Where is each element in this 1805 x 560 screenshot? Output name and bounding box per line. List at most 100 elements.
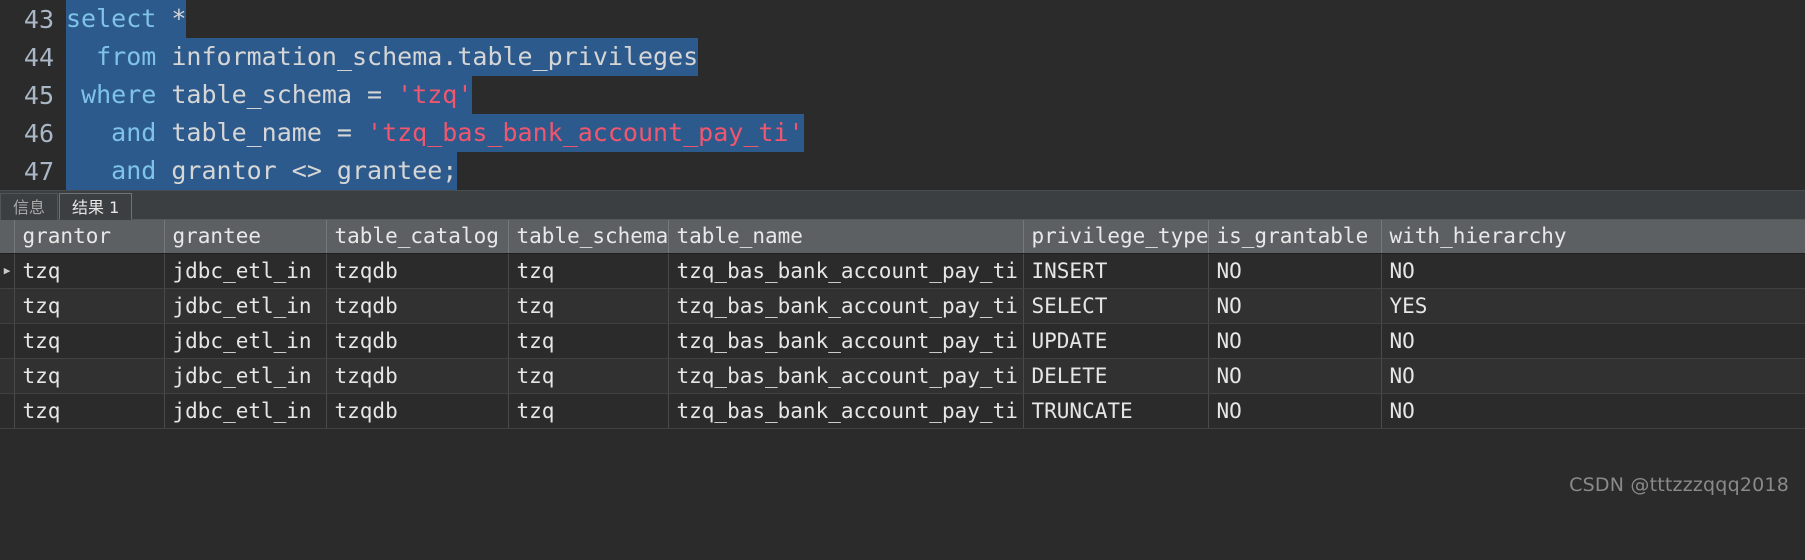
code-token-kw: and — [111, 118, 157, 147]
table-cell[interactable]: jdbc_etl_in — [164, 393, 327, 429]
code-line[interactable]: 47 and grantor <> grantee; — [0, 152, 1805, 190]
code-line[interactable]: 45 where table_schema = 'tzq' — [0, 76, 1805, 114]
table-cell[interactable]: tzq — [14, 393, 165, 429]
table-cell[interactable]: NO — [1208, 393, 1382, 429]
table-cell[interactable]: NO — [1381, 323, 1805, 359]
footer-area: CSDN @tttzzzqqq2018 — [0, 452, 1805, 530]
result-grid-container[interactable]: grantor grantee table_catalog table_schema t… — [0, 220, 1805, 452]
table-cell[interactable]: jdbc_etl_in — [164, 358, 327, 394]
table-cell[interactable]: tzq — [508, 288, 669, 324]
table-cell[interactable]: tzq — [14, 253, 165, 289]
code-token-pun — [66, 118, 111, 147]
row-marker-cell[interactable] — [0, 358, 15, 394]
table-cell[interactable]: jdbc_etl_in — [164, 288, 327, 324]
header-row: grantor grantee table_catalog table_schema t… — [0, 220, 1805, 254]
code-token-kw: and — [111, 156, 157, 185]
table-cell[interactable]: tzqdb — [326, 288, 509, 324]
csdn-watermark: CSDN @tttzzzqqq2018 — [1569, 474, 1789, 496]
code-token-pun — [66, 42, 96, 71]
code-token-str: 'tzq_bas_bank_account_pay_ti' — [367, 118, 804, 147]
tab-info[interactable]: 信息 — [0, 193, 59, 220]
table-cell[interactable]: tzq — [14, 323, 165, 359]
table-row[interactable]: tzq jdbc_etl_in tzqdb tzq tzq_bas_bank_accou… — [0, 288, 1805, 324]
table-cell[interactable]: tzq_bas_bank_account_pay_ti — [668, 358, 1024, 394]
column-header[interactable]: table_schema — [508, 220, 669, 254]
code-text[interactable]: select * — [66, 0, 187, 38]
code-token-pun: table_name = — [156, 118, 368, 147]
row-marker-cell[interactable] — [0, 323, 15, 359]
table-cell[interactable]: NO — [1208, 253, 1382, 289]
row-marker-cell[interactable] — [0, 288, 15, 324]
current-row-arrow-icon — [0, 394, 13, 428]
table-cell[interactable]: tzq — [508, 393, 669, 429]
sql-editor[interactable]: 43 select * 44 from information_schema.tab… — [0, 0, 1805, 190]
table-cell[interactable]: jdbc_etl_in — [164, 253, 327, 289]
row-marker-cell[interactable] — [0, 393, 15, 429]
code-line[interactable]: 46 and table_name = 'tzq_bas_bank_accoun… — [0, 114, 1805, 152]
column-header[interactable]: privilege_type — [1023, 220, 1209, 254]
table-cell[interactable]: DELETE — [1023, 358, 1209, 394]
table-cell[interactable]: NO — [1381, 253, 1805, 289]
current-row-arrow-icon: ▶ — [3, 264, 11, 277]
code-token-kw: where — [81, 80, 157, 109]
table-cell[interactable]: NO — [1208, 323, 1382, 359]
table-cell[interactable]: tzq_bas_bank_account_pay_ti — [668, 288, 1024, 324]
table-cell[interactable]: NO — [1208, 288, 1382, 324]
result-grid: grantor grantee table_catalog table_schema t… — [0, 220, 1805, 429]
code-token-pun — [156, 4, 171, 33]
row-marker-cell[interactable]: ▶ — [0, 253, 15, 289]
column-header[interactable]: is_grantable — [1208, 220, 1382, 254]
table-cell[interactable]: tzq — [508, 323, 669, 359]
code-token-pun — [66, 156, 111, 185]
table-cell[interactable]: tzq — [14, 288, 165, 324]
code-line[interactable]: 43 select * — [0, 0, 1805, 38]
line-number: 46 — [0, 118, 66, 148]
current-row-arrow-icon — [0, 289, 13, 323]
code-text[interactable]: and table_name = 'tzq_bas_bank_account_p… — [66, 114, 804, 152]
table-cell[interactable]: tzq — [508, 253, 669, 289]
code-token-pun: table_schema = — [156, 80, 398, 109]
table-cell[interactable]: NO — [1208, 358, 1382, 394]
table-cell[interactable]: tzq — [14, 358, 165, 394]
code-text[interactable]: where table_schema = 'tzq' — [66, 76, 473, 114]
table-cell[interactable]: tzq — [508, 358, 669, 394]
table-cell[interactable]: tzq_bas_bank_account_pay_ti — [668, 323, 1024, 359]
table-cell[interactable]: SELECT — [1023, 288, 1209, 324]
code-token-kw: select — [66, 4, 157, 33]
column-header[interactable]: grantor — [14, 220, 165, 254]
table-cell[interactable]: tzqdb — [326, 323, 509, 359]
column-header[interactable]: with_hierarchy — [1381, 220, 1805, 254]
table-cell[interactable]: INSERT — [1023, 253, 1209, 289]
column-header[interactable]: grantee — [164, 220, 327, 254]
table-row[interactable]: tzq jdbc_etl_in tzqdb tzq tzq_bas_bank_accou… — [0, 393, 1805, 429]
results-tabbar: 信息 结果 1 — [0, 190, 1805, 220]
column-header[interactable]: table_catalog — [326, 220, 509, 254]
current-row-arrow-icon — [0, 324, 13, 358]
table-cell[interactable]: NO — [1381, 393, 1805, 429]
table-cell[interactable]: jdbc_etl_in — [164, 323, 327, 359]
table-row[interactable]: ▶ tzq jdbc_etl_in tzqdb tzq tzq_bas_bank_acco… — [0, 253, 1805, 289]
code-token-str: 'tzq' — [397, 80, 473, 109]
tab-result[interactable]: 结果 1 — [59, 193, 133, 220]
table-cell[interactable]: TRUNCATE — [1023, 393, 1209, 429]
code-text[interactable]: and grantor <> grantee; — [66, 152, 458, 190]
result-grid-body: ▶ tzq jdbc_etl_in tzqdb tzq tzq_bas_bank_acco… — [0, 253, 1805, 429]
table-cell[interactable]: tzqdb — [326, 358, 509, 394]
table-cell[interactable]: YES — [1381, 288, 1805, 324]
line-number: 47 — [0, 156, 66, 186]
code-token-pun: grantor <> grantee; — [156, 156, 458, 185]
table-row[interactable]: tzq jdbc_etl_in tzqdb tzq tzq_bas_bank_accou… — [0, 323, 1805, 359]
code-token-pun — [66, 80, 81, 109]
table-cell[interactable]: tzqdb — [326, 393, 509, 429]
table-cell[interactable]: tzq_bas_bank_account_pay_ti — [668, 393, 1024, 429]
line-number: 43 — [0, 4, 66, 34]
table-cell[interactable]: tzq_bas_bank_account_pay_ti — [668, 253, 1024, 289]
code-line[interactable]: 44 from information_schema.table_privile… — [0, 38, 1805, 76]
code-text[interactable]: from information_schema.table_privileges — [66, 38, 699, 76]
table-row[interactable]: tzq jdbc_etl_in tzqdb tzq tzq_bas_bank_accou… — [0, 358, 1805, 394]
table-cell[interactable]: tzqdb — [326, 253, 509, 289]
current-row-arrow-icon — [0, 359, 13, 393]
table-cell[interactable]: NO — [1381, 358, 1805, 394]
column-header[interactable]: table_name — [668, 220, 1024, 254]
table-cell[interactable]: UPDATE — [1023, 323, 1209, 359]
